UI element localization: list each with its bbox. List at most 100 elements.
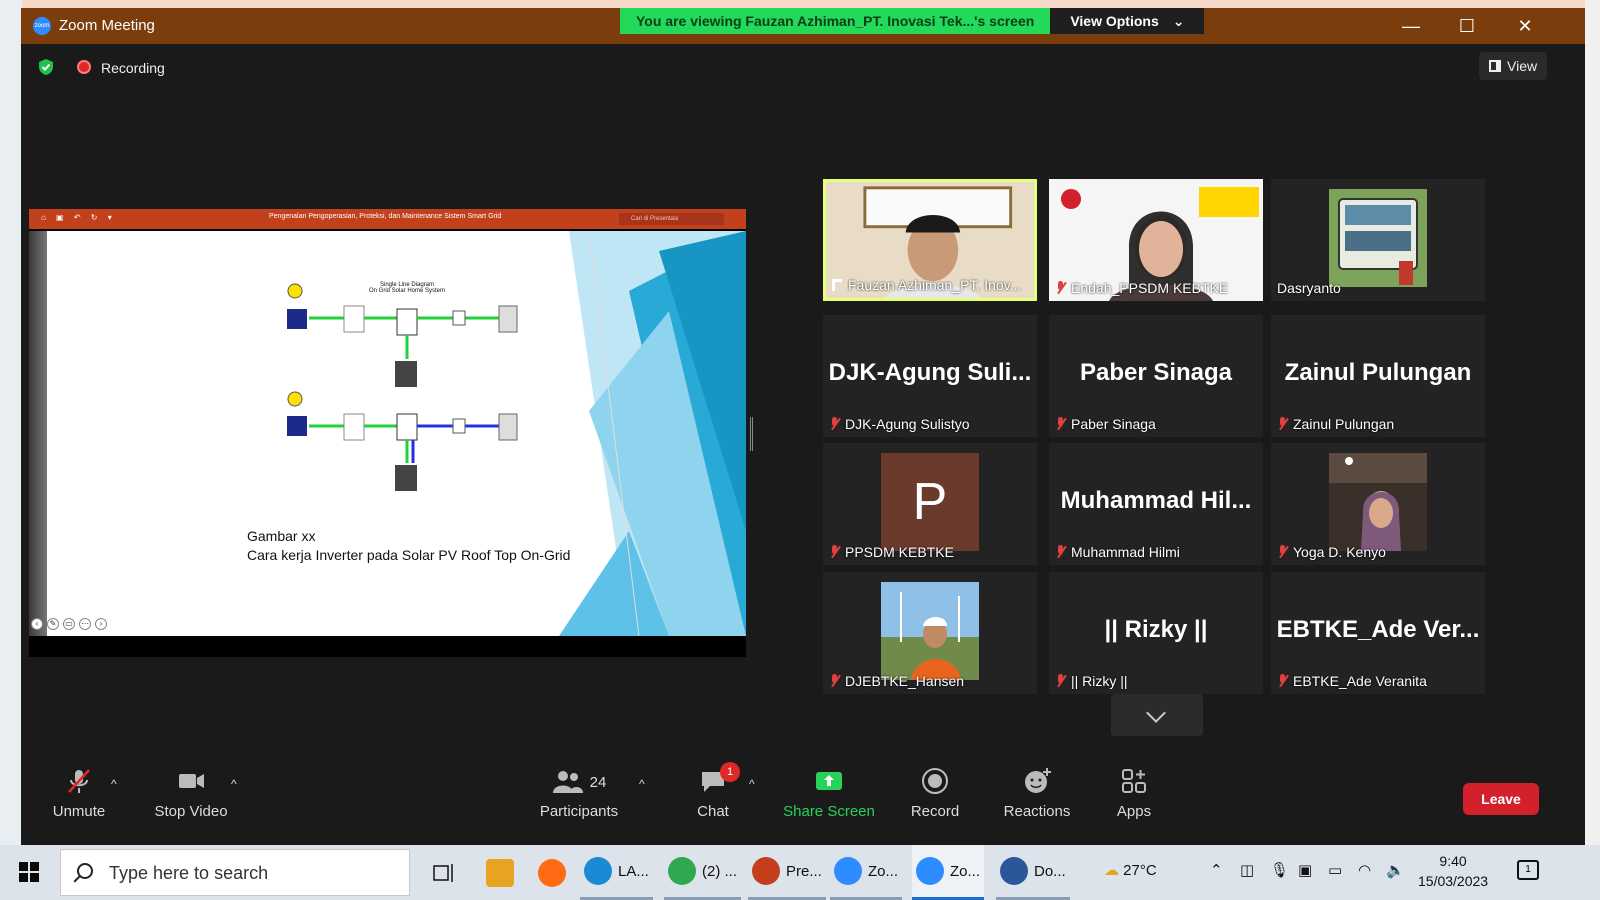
taskbar-search-box[interactable]: Type here to search — [60, 849, 410, 896]
chat-options-caret[interactable]: ^ — [749, 777, 755, 791]
minimize-button[interactable]: — — [1401, 16, 1421, 37]
participant-tile[interactable]: Paber Sinaga Paber Sinaga — [1049, 315, 1263, 437]
record-icon — [922, 768, 948, 794]
taskbar-app-label: LA... — [618, 862, 649, 880]
reactions-button[interactable]: Reactions — [1001, 761, 1073, 820]
chevron-down-icon: ⌄ — [1172, 12, 1185, 29]
video-options-caret[interactable]: ^ — [231, 777, 237, 791]
title-bar: zoom Zoom Meeting You are viewing Fauzan… — [21, 8, 1585, 44]
zoom-meeting-window: zoom Zoom Meeting You are viewing Fauzan… — [21, 8, 1585, 845]
leave-button[interactable]: Leave — [1463, 783, 1539, 815]
clock-time: 9:40 — [1439, 853, 1467, 869]
participant-video — [881, 582, 979, 680]
participant-name: EBTKE_Ade Veranita — [1293, 673, 1427, 689]
display-icon[interactable]: ▣ — [1298, 861, 1312, 879]
apps-label: Apps — [1116, 803, 1152, 820]
participant-name: Dasryanto — [1277, 280, 1341, 296]
shield-check-icon[interactable] — [37, 58, 55, 76]
taskbar-app-zoom[interactable]: Zo... — [830, 845, 903, 900]
windows-start-button[interactable] — [19, 862, 39, 882]
notification-center-icon[interactable]: 1 — [1517, 860, 1539, 880]
taskbar-app-firefox[interactable] — [534, 845, 570, 900]
participant-display-name: DJK-Agung Suli... — [828, 359, 1032, 386]
participants-icon — [552, 771, 583, 793]
view-options-button[interactable]: View Options ⌄ — [1050, 8, 1205, 34]
share-screen-button[interactable]: Share Screen — [781, 761, 877, 820]
split-view-handle[interactable] — [750, 417, 753, 451]
taskbar-app-zoom[interactable]: Zo... — [912, 845, 985, 900]
apps-button[interactable]: Apps — [1111, 761, 1157, 820]
powerpoint-toolbar: ⌂ ▣ ↶ ↻ ▾ Pengenalan Pengoperasian, Prot… — [29, 209, 746, 229]
participant-tile[interactable]: Dasryanto — [1271, 179, 1485, 301]
view-button[interactable]: View — [1479, 52, 1548, 80]
taskbar-app-file-explorer[interactable] — [482, 845, 518, 900]
desktop-background-left — [0, 0, 22, 845]
quick-access-icons: ⌂ ▣ ↶ ↻ ▾ — [41, 213, 116, 222]
participant-tile[interactable]: Fauzan Azhiman_PT. Inov... — [823, 179, 1037, 301]
participant-tile[interactable]: Muhammad Hil... Muhammad Hilmi — [1049, 443, 1263, 565]
taskbar-app-label: Do... — [1034, 862, 1066, 880]
taskbar-clock[interactable]: 9:40 15/03/2023 — [1418, 851, 1488, 891]
chrome-icon — [668, 857, 696, 885]
recording-label[interactable]: Recording — [101, 60, 165, 76]
maximize-button[interactable]: ☐ — [1457, 16, 1477, 37]
viewing-screen-notice: You are viewing Fauzan Azhiman_PT. Inova… — [620, 8, 1051, 34]
taskbar-app-chrome[interactable]: (2) ... — [664, 845, 742, 900]
slide-content: Single Line Diagram On Grid Solar Home S… — [29, 231, 746, 636]
participant-tile[interactable]: Zainul Pulungan Zainul Pulungan — [1271, 315, 1485, 437]
meet-now-icon[interactable]: ◫ — [1240, 861, 1254, 879]
taskbar-app-powerpoint[interactable]: Pre... — [748, 845, 826, 900]
presentation-title: Pengenalan Pengoperasian, Proteksi, dan … — [269, 213, 502, 220]
participant-name-label: Muhammad Hilmi — [1055, 544, 1180, 560]
microphone-muted-icon — [1055, 417, 1065, 431]
record-button[interactable]: Record — [907, 761, 963, 820]
wifi-icon[interactable]: ◠ — [1358, 861, 1371, 879]
microphone-muted-icon — [829, 674, 839, 688]
pen-icon[interactable]: ✎ — [47, 618, 59, 630]
participant-tile[interactable]: EBTKE_Ade Ver... EBTKE_Ade Veranita — [1271, 572, 1485, 694]
participant-tile[interactable]: P PPSDM KEBTKE — [823, 443, 1037, 565]
participant-avatar: P — [881, 453, 979, 551]
participant-name-label: Endah_PPSDM KEBTKE — [1055, 280, 1228, 296]
gallery-scroll-down-button[interactable] — [1111, 694, 1203, 736]
participant-name: Paber Sinaga — [1071, 416, 1156, 432]
word-icon — [1000, 857, 1028, 885]
subtitles-icon[interactable]: ▭ — [63, 618, 75, 630]
unmute-label: Unmute — [52, 803, 106, 820]
windows-taskbar: Type here to search LA... (2) ... Pre... Zo… — [0, 845, 1600, 900]
clock-date: 15/03/2023 — [1418, 873, 1489, 889]
audio-options-caret[interactable]: ^ — [111, 777, 117, 791]
grid-view-icon — [1489, 60, 1501, 72]
participant-tile[interactable]: DJK-Agung Suli... DJK-Agung Sulistyo — [823, 315, 1037, 437]
taskbar-app-edge[interactable]: LA... — [580, 845, 653, 900]
battery-icon[interactable]: ▭ — [1328, 861, 1342, 879]
share-screen-icon — [816, 772, 842, 790]
participant-tile[interactable]: Endah_PPSDM KEBTKE — [1049, 179, 1263, 301]
participant-tile[interactable]: DJEBTKE_Hansen — [823, 572, 1037, 694]
previous-slide-icon[interactable]: ‹ — [31, 618, 43, 630]
task-view-icon — [433, 863, 453, 882]
participants-options-caret[interactable]: ^ — [639, 777, 645, 791]
participants-label: Participants — [539, 803, 619, 820]
next-slide-icon[interactable]: › — [95, 618, 107, 630]
participant-name-label: Dasryanto — [1277, 280, 1341, 296]
stop-video-button[interactable]: Stop Video — [151, 761, 231, 820]
task-view-button[interactable] — [428, 845, 460, 900]
taskbar-app-word[interactable]: Do... — [996, 845, 1070, 900]
participant-name-label: Paber Sinaga — [1055, 416, 1156, 432]
powerpoint-icon — [752, 857, 780, 885]
view-options-label: View Options — [1070, 13, 1159, 29]
unmute-button[interactable]: Unmute — [49, 761, 109, 820]
participant-tile[interactable]: || Rizky || || Rizky || — [1049, 572, 1263, 694]
participant-tile[interactable]: Yoga D. Kenyo — [1271, 443, 1485, 565]
participants-button[interactable]: 24 Participants — [531, 761, 627, 820]
participant-name-label: DJEBTKE_Hansen — [829, 673, 964, 689]
microphone-icon[interactable]: 🎙 — [1270, 861, 1289, 879]
close-button[interactable]: ✕ — [1515, 16, 1535, 37]
participant-display-name: EBTKE_Ade Ver... — [1276, 616, 1480, 643]
taskbar-app-label: (2) ... — [702, 862, 738, 880]
more-icon[interactable]: ⋯ — [79, 618, 91, 630]
show-hidden-icons[interactable]: ⌃ — [1210, 861, 1223, 879]
weather-widget[interactable]: ☁ 27°C — [1104, 861, 1157, 879]
volume-icon[interactable]: 🔈 — [1386, 861, 1405, 879]
